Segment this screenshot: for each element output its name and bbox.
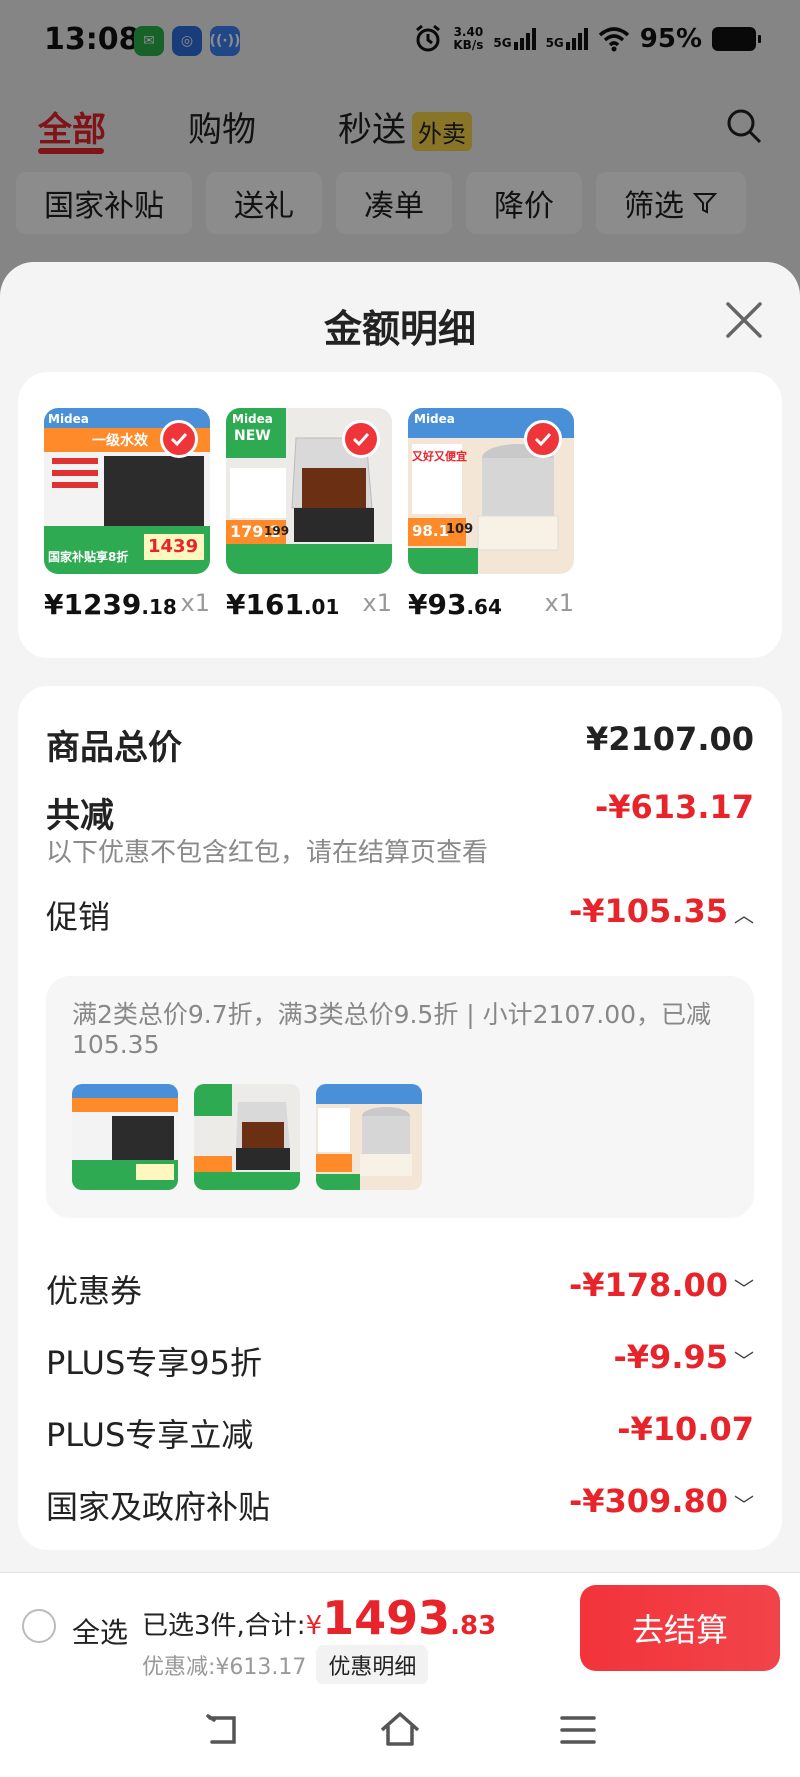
amount-detail-sheet: 金额明细 Midea 一级水效 国家补贴享8折 1439 ¥1239.18 x1…	[0, 262, 800, 1777]
plus-discount-label: PLUS专享立减	[46, 1416, 254, 1454]
brand-badge: Midea	[414, 412, 455, 426]
discount-detail-button[interactable]: 优惠明细	[316, 1645, 429, 1685]
total-amount-dec: .83	[450, 1611, 497, 1641]
product-image-steamer: Midea 又好又便宜 98.1 109	[408, 408, 574, 574]
selected-check-icon[interactable]	[342, 420, 380, 458]
promotion-row[interactable]: 促销 -¥105.35 ︿	[46, 892, 754, 936]
product-quantity: x1	[180, 589, 210, 617]
plus95-value: -¥9.95 ﹀	[613, 1338, 755, 1376]
product-quantity: x1	[362, 589, 392, 617]
select-all-checkbox[interactable]	[22, 1609, 56, 1643]
total-reduction-row: 共减 -¥613.17	[46, 788, 754, 836]
promotion-thumbnails	[72, 1084, 422, 1190]
product-image-text: 国家补贴享8折	[48, 550, 129, 564]
discount-line: 优惠减:¥613.17 优惠明细	[142, 1645, 429, 1685]
subsidy-label: 国家及政府补贴	[46, 1488, 271, 1526]
product-image-text: 又好又便宜	[412, 450, 467, 463]
plus95-row[interactable]: PLUS专享95折 -¥9.95 ﹀	[46, 1338, 754, 1382]
product-image-price: 109	[446, 522, 474, 537]
product-item[interactable]: Midea NEW 179.1 199 ¥161.01 x1	[226, 408, 392, 621]
total-summary: 已选3件,合计:¥1493.83	[142, 1591, 496, 1645]
product-image-text: NEW	[234, 428, 271, 444]
product-image-dishwasher: Midea 一级水效 国家补贴享8折 1439	[44, 408, 210, 574]
checkout-button[interactable]: 去结算	[580, 1585, 780, 1671]
chevron-up-icon: ︿	[734, 902, 754, 927]
chevron-down-icon: ﹀	[734, 1492, 754, 1517]
promo-thumb-steamer	[316, 1084, 422, 1190]
total-currency: ¥	[305, 1611, 323, 1641]
product-list-card: Midea 一级水效 国家补贴享8折 1439 ¥1239.18 x1 Mide…	[18, 372, 782, 658]
subsidy-row[interactable]: 国家及政府补贴 -¥309.80 ﹀	[46, 1482, 754, 1526]
chevron-down-icon: ﹀	[734, 1276, 754, 1301]
select-all-label[interactable]: 全选	[72, 1611, 128, 1651]
chevron-down-icon: ﹀	[734, 1348, 754, 1373]
plus-discount-row: PLUS专享立减 -¥10.07	[46, 1410, 754, 1454]
plus95-label: PLUS专享95折	[46, 1344, 262, 1382]
total-reduction-label: 共减	[46, 796, 114, 836]
close-icon[interactable]	[722, 298, 766, 342]
product-item[interactable]: Midea 又好又便宜 98.1 109 ¥93.64 x1	[408, 408, 574, 621]
total-price-label: 商品总价	[46, 728, 182, 768]
home-icon[interactable]	[376, 1706, 424, 1754]
total-reduction-value: -¥613.17	[594, 788, 754, 826]
system-navigation-bar	[0, 1684, 800, 1777]
coupon-label: 优惠券	[46, 1272, 143, 1310]
discount-text: 优惠减:¥613.17	[142, 1655, 307, 1680]
coupon-value: -¥178.00 ﹀	[568, 1266, 754, 1304]
sheet-title: 金额明细	[323, 307, 476, 351]
promo-thumb-dishwasher	[72, 1084, 178, 1190]
product-quantity: x1	[544, 589, 574, 617]
product-image-text: 一级水效	[92, 433, 148, 449]
reduction-note: 以下优惠不包含红包，请在结算页查看	[46, 838, 489, 868]
product-image-text: 98.1	[412, 522, 450, 540]
selected-check-icon[interactable]	[524, 420, 562, 458]
product-image-price: 199	[264, 524, 290, 538]
total-price-row: 商品总价 ¥2107.00	[46, 720, 754, 768]
amount-details-card: 商品总价 ¥2107.00 共减 -¥613.17 以下优惠不包含红包，请在结算…	[18, 686, 782, 1550]
total-price-value: ¥2107.00	[585, 720, 754, 758]
plus-discount-value: -¥10.07	[617, 1410, 754, 1448]
brand-badge: Midea	[48, 412, 89, 426]
coupon-row[interactable]: 优惠券 -¥178.00 ﹀	[46, 1266, 754, 1310]
product-item[interactable]: Midea 一级水效 国家补贴享8折 1439 ¥1239.18 x1	[44, 408, 210, 621]
promotion-description: 满2类总价9.7折，满3类总价9.5折 | 小计2107.00，已减105.35	[72, 1000, 712, 1059]
menu-icon[interactable]	[554, 1706, 602, 1754]
subsidy-value: -¥309.80 ﹀	[568, 1482, 754, 1520]
product-image-kettle: Midea NEW 179.1 199	[226, 408, 392, 574]
brand-badge: Midea	[232, 412, 273, 426]
back-icon[interactable]	[198, 1706, 246, 1754]
summary-prefix: 已选3件,合计:	[142, 1611, 306, 1641]
selected-check-icon[interactable]	[160, 420, 198, 458]
promo-thumb-kettle	[194, 1084, 300, 1190]
promotion-value: -¥105.35 ︿	[568, 892, 754, 930]
total-amount-int: 1493	[322, 1591, 451, 1645]
promotion-label: 促销	[46, 898, 111, 936]
promotion-detail-box: 满2类总价9.7折，满3类总价9.5折 | 小计2107.00，已减105.35	[46, 976, 754, 1218]
checkout-bar: 全选 已选3件,合计:¥1493.83 优惠减:¥613.17 优惠明细 去结算	[0, 1572, 800, 1685]
product-image-price: 1439	[148, 536, 199, 557]
